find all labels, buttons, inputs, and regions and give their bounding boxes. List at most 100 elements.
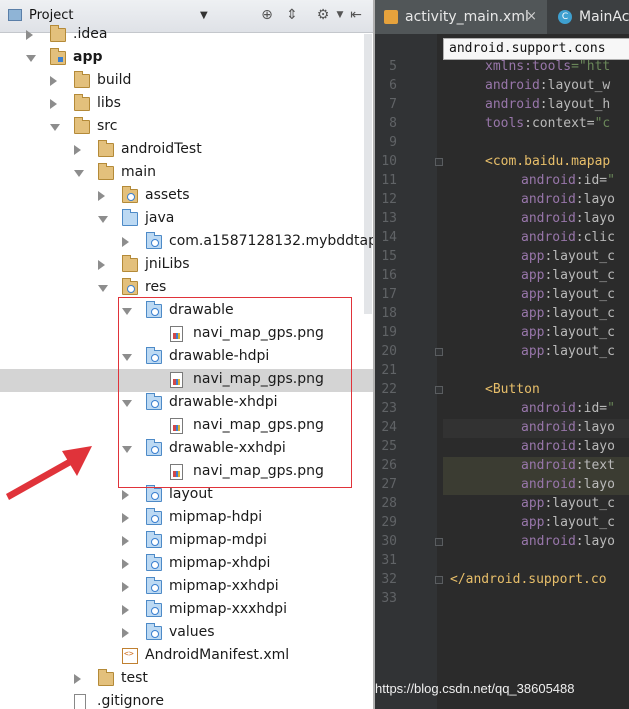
tree-item-label: com.a1587128132.mybddtapi xyxy=(169,233,373,249)
tree-item[interactable]: mipmap-xhdpi xyxy=(0,553,373,576)
file-icon xyxy=(74,694,86,709)
code-token: tools xyxy=(531,59,572,74)
tree-item[interactable]: .gitignore xyxy=(0,691,373,709)
tree-item-label: mipmap-mdpi xyxy=(169,532,267,548)
tree-item-label: values xyxy=(169,624,215,640)
chevron-down-icon[interactable]: ▼ xyxy=(200,10,208,21)
package-icon xyxy=(146,577,162,594)
code-token: android xyxy=(521,401,576,416)
folder-icon xyxy=(98,669,114,686)
code-token: :clic xyxy=(575,230,615,245)
code-token: :layout_c xyxy=(544,344,615,359)
code-token: :layo xyxy=(575,192,615,207)
fold-marker-icon[interactable] xyxy=(435,158,443,166)
code-line: android:text xyxy=(521,458,615,477)
locate-icon[interactable]: ⊕ xyxy=(258,6,276,24)
code-line: app:layout_c xyxy=(521,344,615,363)
tree-item[interactable]: AndroidManifest.xml xyxy=(0,645,373,668)
code-token: </android.support.co xyxy=(450,572,607,587)
tree-item[interactable]: test xyxy=(0,668,373,691)
line-number: 12 xyxy=(381,192,397,207)
line-number: 7 xyxy=(389,97,397,112)
project-panel: Project ▼ ⊕ ⇕ ⚙ ▼ ⇤ .idea app build libs src… xyxy=(0,0,373,709)
code-line: tools:context="c xyxy=(485,116,610,135)
package-icon xyxy=(146,554,162,571)
code-line: android:layo xyxy=(521,192,615,211)
expand-arrow-right-icon[interactable] xyxy=(122,605,129,615)
code-token: android xyxy=(521,439,576,454)
code-token: "c xyxy=(594,116,611,131)
collapse-all-icon[interactable]: ⇕ xyxy=(283,6,301,24)
expand-arrow-right-icon[interactable] xyxy=(122,628,129,638)
close-icon[interactable]: × xyxy=(526,9,537,24)
tree-item-label: AndroidManifest.xml xyxy=(145,647,290,663)
code-line: android:layo xyxy=(521,439,615,458)
tree-item-label: mipmap-xxxhdpi xyxy=(169,601,287,617)
code-line: android:layout_h xyxy=(485,97,610,116)
code-token: :layout_c xyxy=(544,249,615,264)
line-number: 15 xyxy=(381,249,397,264)
code-line: app:layout_c xyxy=(521,496,615,515)
code-token: app xyxy=(521,249,545,264)
tab-label: activity_main.xml xyxy=(405,9,529,25)
code-line: android:layo xyxy=(521,420,615,439)
code-token: xmlns: xyxy=(485,59,532,74)
expand-arrow-right-icon[interactable] xyxy=(122,536,129,546)
tree-item[interactable]: mipmap-mdpi xyxy=(0,530,373,553)
code-line: android:layo xyxy=(521,211,615,230)
tree-item-label: layout xyxy=(169,486,213,502)
code-token: app xyxy=(521,344,545,359)
code-token: :layout_h xyxy=(539,97,611,112)
line-number-gutter: 5 6 7 8 9 10 11 12 13 14 15 16 17 18 19 20 21 22 23 24 25 26 2… xyxy=(375,34,443,709)
fold-marker-icon[interactable] xyxy=(435,538,443,546)
expand-arrow-right-icon[interactable] xyxy=(122,582,129,592)
line-number: 28 xyxy=(381,496,397,511)
line-number: 31 xyxy=(381,553,397,568)
expand-arrow-right-icon[interactable] xyxy=(74,674,81,684)
tab-main-activity[interactable]: C MainAc xyxy=(549,0,629,34)
code-token: app xyxy=(521,515,545,530)
code-token: :layo xyxy=(575,420,615,435)
fold-marker-icon[interactable] xyxy=(435,348,443,356)
line-number: 6 xyxy=(389,78,397,93)
code-token: " xyxy=(607,401,615,416)
line-number: 29 xyxy=(381,515,397,530)
package-icon xyxy=(146,623,162,640)
code-token: android xyxy=(485,78,540,93)
code-line: xmlns:tools="htt xyxy=(485,59,610,78)
tree-item[interactable]: mipmap-xxhdpi xyxy=(0,576,373,599)
expand-arrow-right-icon[interactable] xyxy=(122,559,129,569)
tree-item[interactable]: values xyxy=(0,622,373,645)
code-line: <Button xyxy=(485,382,540,401)
line-number: 14 xyxy=(381,230,397,245)
tree-item-label: jniLibs xyxy=(145,256,190,272)
code-token: :context= xyxy=(524,116,595,131)
code-token: :layout_c xyxy=(544,268,615,283)
tree-item[interactable]: mipmap-xxxhdpi xyxy=(0,599,373,622)
code-line: android:id=" xyxy=(521,401,615,420)
fold-marker-icon[interactable] xyxy=(435,386,443,394)
code-token: :layo xyxy=(575,439,615,454)
gear-icon[interactable]: ⚙ xyxy=(314,6,332,24)
line-number: 9 xyxy=(389,135,397,150)
tree-item-label: .gitignore xyxy=(97,693,164,709)
code-token: android xyxy=(521,534,576,549)
code-line: </android.support.co xyxy=(450,572,607,591)
xml-file-icon xyxy=(122,648,138,664)
line-number: 27 xyxy=(381,477,397,492)
code-token: :layout_c xyxy=(544,496,615,511)
line-number: 23 xyxy=(381,401,397,416)
code-token: <Button xyxy=(485,382,540,397)
hide-panel-icon[interactable]: ⇤ xyxy=(347,6,365,24)
editor-panel: activity_main.xml × C MainAc 5 6 7 8 9 10 11 12… xyxy=(375,0,629,709)
fold-marker-icon[interactable] xyxy=(435,576,443,584)
tab-activity-main[interactable]: activity_main.xml × xyxy=(375,0,547,34)
line-number: 18 xyxy=(381,306,397,321)
code-line: app:layout_c xyxy=(521,249,615,268)
code-token: app xyxy=(521,287,545,302)
code-line: app:layout_c xyxy=(521,268,615,287)
code-token: :id= xyxy=(575,401,608,416)
code-line: app:layout_c xyxy=(521,306,615,325)
code-token: app xyxy=(521,496,545,511)
tree-item-label: assets xyxy=(145,187,190,203)
